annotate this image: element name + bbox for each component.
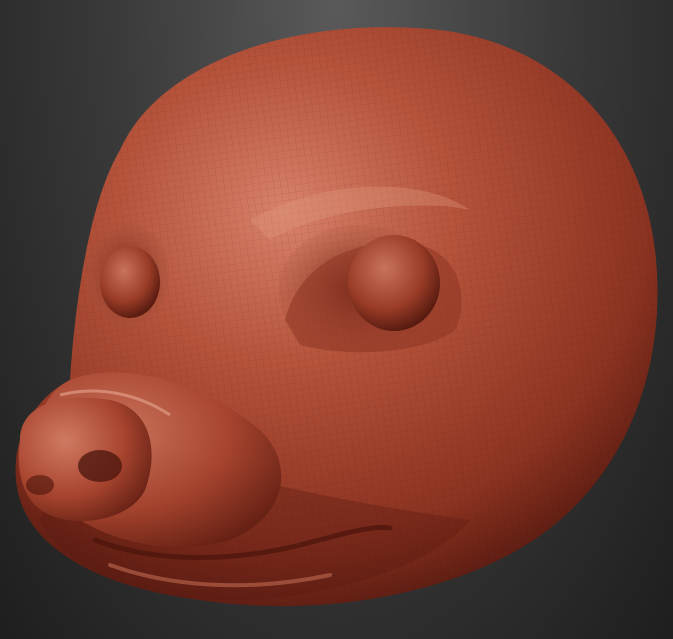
nose	[18, 397, 152, 522]
sculpt-render[interactable]	[0, 0, 673, 639]
left-eye	[86, 223, 170, 327]
3d-viewport-canvas[interactable]	[0, 0, 673, 639]
